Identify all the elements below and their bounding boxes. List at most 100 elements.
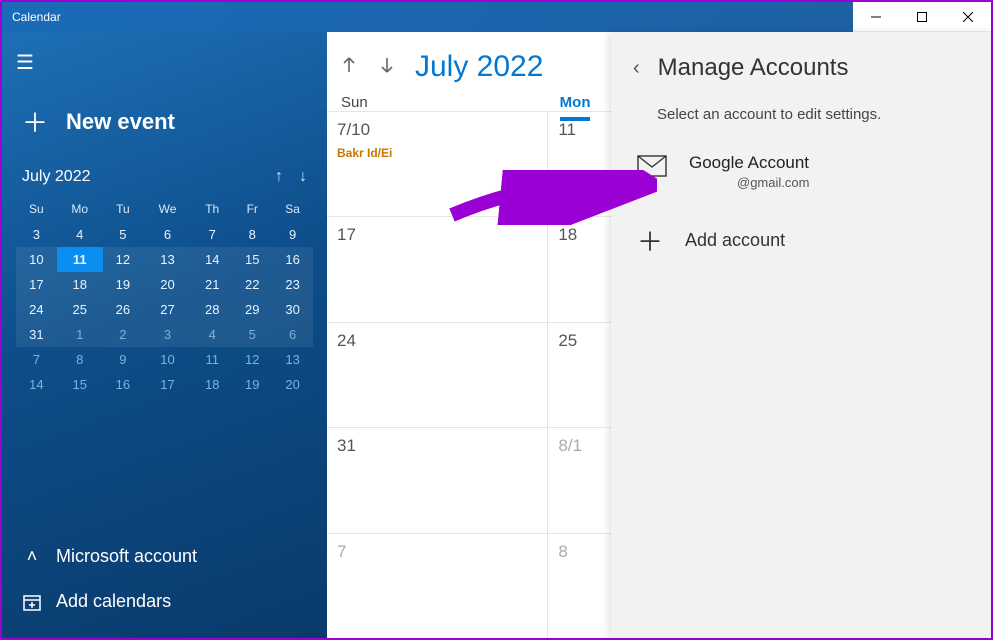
mini-dow: Mo	[57, 196, 103, 222]
calendar-cell[interactable]: 7/10Bakr Id/Ei	[327, 111, 548, 216]
calendar-add-icon	[22, 593, 42, 611]
maximize-button[interactable]	[899, 2, 945, 32]
mini-day[interactable]: 14	[192, 247, 232, 272]
event-label[interactable]: Bakr Id/Ei	[337, 146, 537, 160]
cell-date: 7	[337, 542, 537, 562]
account-row-google[interactable]: Google Account @gmail.com	[633, 145, 969, 212]
mini-day[interactable]: 17	[143, 372, 192, 397]
account-label: Microsoft account	[56, 546, 197, 567]
mini-day[interactable]: 9	[272, 222, 313, 247]
hamburger-icon[interactable]: ☰	[16, 50, 313, 75]
add-account-button[interactable]: ＋ Add account	[633, 212, 969, 269]
mini-day[interactable]: 29	[232, 297, 272, 322]
add-calendars-button[interactable]: Add calendars	[16, 579, 313, 624]
mini-day[interactable]: 12	[232, 347, 272, 372]
new-event-button[interactable]: ＋ New event	[20, 103, 311, 140]
mini-day[interactable]: 18	[57, 272, 103, 297]
mini-day[interactable]: 10	[143, 347, 192, 372]
month-title[interactable]: July 2022	[415, 50, 543, 84]
cell-date: 31	[337, 436, 537, 456]
mini-day[interactable]: 26	[103, 297, 143, 322]
mini-day[interactable]: 15	[57, 372, 103, 397]
mini-day[interactable]: 25	[57, 297, 103, 322]
mini-dow: Su	[16, 196, 57, 222]
window-titlebar: Calendar	[2, 2, 991, 32]
chevron-up-icon: ˄	[22, 546, 42, 567]
mini-day[interactable]: 16	[272, 247, 313, 272]
mini-dow: Th	[192, 196, 232, 222]
mini-calendar-month[interactable]: July 2022	[22, 168, 91, 186]
panel-title: Manage Accounts	[658, 54, 849, 82]
mini-day[interactable]: 6	[143, 222, 192, 247]
account-name: Google Account	[689, 153, 809, 173]
mini-day[interactable]: 1	[57, 322, 103, 347]
prev-month-icon[interactable]	[339, 55, 359, 80]
calendar-cell[interactable]: 24	[327, 322, 548, 427]
mini-day[interactable]: 11	[192, 347, 232, 372]
mini-dow: Fr	[232, 196, 272, 222]
mini-dow: Sa	[272, 196, 313, 222]
mini-day[interactable]: 4	[57, 222, 103, 247]
mini-day[interactable]: 20	[272, 372, 313, 397]
mini-day[interactable]: 16	[103, 372, 143, 397]
plus-icon: ＋	[637, 222, 663, 259]
mini-day[interactable]: 20	[143, 272, 192, 297]
mini-day[interactable]: 31	[16, 322, 57, 347]
manage-accounts-panel: ‹ Manage Accounts Select an account to e…	[611, 32, 991, 638]
mini-day[interactable]: 22	[232, 272, 272, 297]
mini-day[interactable]: 23	[272, 272, 313, 297]
mini-next-icon[interactable]: ↓	[299, 168, 307, 186]
add-calendars-label: Add calendars	[56, 591, 171, 612]
calendar-cell[interactable]: 17	[327, 216, 548, 321]
mini-day[interactable]: 13	[143, 247, 192, 272]
mini-day[interactable]: 24	[16, 297, 57, 322]
mini-day[interactable]: 27	[143, 297, 192, 322]
mini-day[interactable]: 15	[232, 247, 272, 272]
day-header[interactable]: Sun	[341, 94, 368, 111]
mini-day[interactable]: 8	[232, 222, 272, 247]
mini-day[interactable]: 21	[192, 272, 232, 297]
mini-day[interactable]: 30	[272, 297, 313, 322]
mini-prev-icon[interactable]: ↑	[275, 168, 283, 186]
mini-day[interactable]: 19	[103, 272, 143, 297]
sidebar: ☰ ＋ New event July 2022 ↑ ↓ SuMoTuWeThFr…	[2, 32, 327, 638]
mini-day[interactable]: 17	[16, 272, 57, 297]
mini-day[interactable]: 6	[272, 322, 313, 347]
mini-day[interactable]: 14	[16, 372, 57, 397]
mini-dow: We	[143, 196, 192, 222]
mini-day[interactable]: 19	[232, 372, 272, 397]
mini-day[interactable]: 8	[57, 347, 103, 372]
mini-day[interactable]: 4	[192, 322, 232, 347]
account-email: @gmail.com	[689, 175, 809, 190]
panel-subtitle: Select an account to edit settings.	[633, 106, 969, 123]
mini-day[interactable]: 11	[57, 247, 103, 272]
calendar-cell[interactable]: 7	[327, 533, 548, 638]
cell-date: 17	[337, 225, 537, 245]
mini-day[interactable]: 13	[272, 347, 313, 372]
window-controls	[853, 2, 991, 32]
mini-day[interactable]: 7	[192, 222, 232, 247]
mini-day[interactable]: 3	[143, 322, 192, 347]
mini-day[interactable]: 2	[103, 322, 143, 347]
sidebar-item-account[interactable]: ˄ Microsoft account	[16, 534, 313, 579]
mini-day[interactable]: 5	[103, 222, 143, 247]
mini-day[interactable]: 5	[232, 322, 272, 347]
window-title: Calendar	[12, 10, 61, 24]
calendar-cell[interactable]: 31	[327, 427, 548, 532]
mini-dow: Tu	[103, 196, 143, 222]
mini-day[interactable]: 7	[16, 347, 57, 372]
mini-day[interactable]: 3	[16, 222, 57, 247]
plus-icon: ＋	[22, 103, 48, 140]
back-icon[interactable]: ‹	[633, 57, 640, 80]
mini-calendar: SuMoTuWeThFrSa 3456789101112131415161718…	[16, 196, 313, 397]
close-button[interactable]	[945, 2, 991, 32]
cell-date: 24	[337, 331, 537, 351]
mini-day[interactable]: 10	[16, 247, 57, 272]
mini-day[interactable]: 12	[103, 247, 143, 272]
next-month-icon[interactable]	[377, 55, 397, 80]
mini-day[interactable]: 28	[192, 297, 232, 322]
main-calendar: July 2022 SunMonTue 7/10Bakr Id/Ei111217…	[327, 32, 991, 638]
mini-day[interactable]: 9	[103, 347, 143, 372]
minimize-button[interactable]	[853, 2, 899, 32]
mini-day[interactable]: 18	[192, 372, 232, 397]
